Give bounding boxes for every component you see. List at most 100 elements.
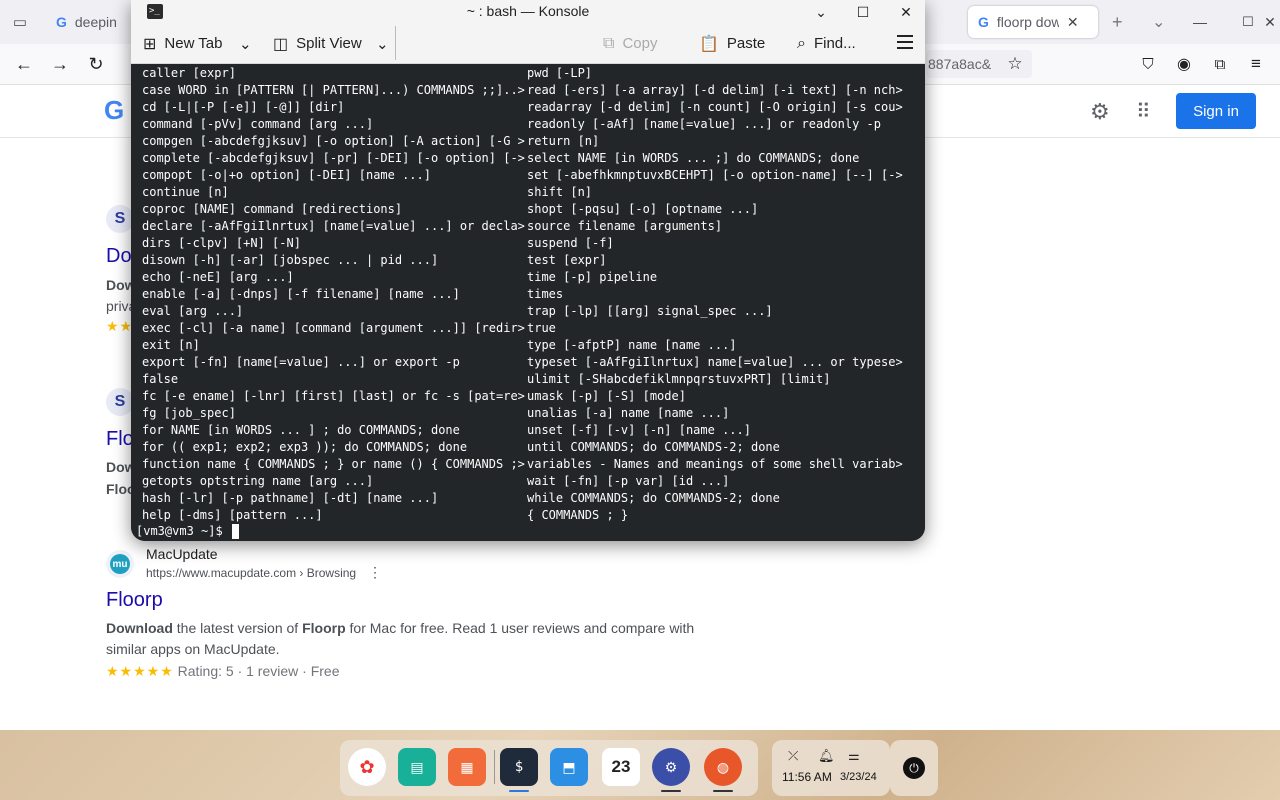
forward-arrow-icon[interactable]: → <box>48 52 72 76</box>
notification-bell-icon[interactable]: 🔔︎ <box>818 748 835 764</box>
dock-separator <box>494 750 495 784</box>
copy-button[interactable]: ⧉ Copy <box>603 24 657 63</box>
terminal-line: exec [-cl] [-a name] [command [argument … <box>142 321 525 335</box>
dock: ✿ ▤ ▦ $ ⬒ 23 ⚙ ◍ <box>340 740 758 796</box>
search-icon: ⌕ <box>797 34 806 52</box>
terminal-line: unset [-f] [-v] [-n] [name ...] <box>527 423 751 437</box>
app-store-icon[interactable]: ▦ <box>448 748 486 786</box>
konsole-titlebar[interactable]: >_ ~ : bash — Konsole ⌄ ☐ ✕ <box>131 0 925 24</box>
pocket-icon[interactable]: ⛉ <box>1136 52 1160 76</box>
toggles-icon[interactable]: ⚌ <box>848 748 860 764</box>
terminal-line: type [-afptP] name [name ...] <box>527 338 737 352</box>
split-view-button[interactable]: ◫ Split View <box>273 24 362 63</box>
terminal-line: fg [job_spec] <box>142 406 236 420</box>
terminal-line: time [-p] pipeline <box>527 270 658 284</box>
terminal-line: readarray [-d delim] [-n count] [-O orig… <box>527 100 903 114</box>
network-disconnected-icon[interactable]: ⤫ <box>788 748 798 764</box>
firefox-icon[interactable]: ◍ <box>704 748 742 786</box>
konsole-toolbar: ⊞ New Tab ⌄ ◫ Split View ⌄ ⧉ Copy 📋 Past… <box>131 24 925 64</box>
settings-gear-icon[interactable]: ⚙ <box>1090 99 1110 125</box>
result-title-partial[interactable]: Flo <box>106 428 134 451</box>
minimize-icon[interactable]: ⌄ <box>811 2 831 22</box>
split-view-icon: ◫ <box>273 35 289 53</box>
new-tab-dropdown[interactable]: ⌄ <box>239 24 252 63</box>
clock-time[interactable]: 11:56 AM <box>782 770 832 784</box>
result-site-name[interactable]: MacUpdate <box>146 546 218 562</box>
system-tray: ⤫ 🔔︎ ⚌ 11:56 AM 3/23/24 <box>772 740 890 796</box>
konsole-window[interactable]: >_ ~ : bash — Konsole ⌄ ☐ ✕ ⊞ New Tab ⌄ … <box>131 0 925 541</box>
terminal-line: exit [n] <box>142 338 200 352</box>
launcher-icon[interactable]: ✿ <box>348 748 386 786</box>
terminal-line: true <box>527 321 556 335</box>
split-view-dropdown[interactable]: ⌄ <box>376 24 389 63</box>
macupdate-favicon[interactable]: mu <box>106 550 134 578</box>
paste-button[interactable]: 📋 Paste <box>699 24 765 63</box>
terminal-line: eval [arg ...] <box>142 304 244 318</box>
hamburger-menu-icon[interactable] <box>897 35 913 51</box>
close-window-icon[interactable]: ✕ <box>1258 10 1280 34</box>
terminal-line: help [-dms] [pattern ...] <box>142 508 323 522</box>
google-apps-icon[interactable]: ⠿ <box>1136 99 1151 124</box>
result-snippet: Download the latest version of Floorp fo… <box>106 620 695 657</box>
maximize-icon[interactable]: ☐ <box>853 2 873 22</box>
minimize-icon[interactable]: — <box>1188 10 1212 34</box>
terminal-app-icon[interactable]: $ <box>500 748 538 786</box>
tab-deepin[interactable]: G deepin <box>56 6 117 38</box>
terminal-line: suspend [-f] <box>527 236 614 250</box>
reload-icon[interactable]: ↻ <box>84 52 108 76</box>
more-options-icon[interactable]: ⋮ <box>368 564 382 581</box>
google-logo-partial[interactable]: G <box>104 95 124 126</box>
file-manager-icon[interactable]: ⬒ <box>550 748 588 786</box>
terminal-line: shopt [-pqsu] [-o] [optname ...] <box>527 202 759 216</box>
find-button[interactable]: ⌕ Find... <box>797 24 856 63</box>
result-site-icon: S <box>106 388 134 416</box>
account-icon[interactable]: ◉ <box>1172 52 1196 76</box>
extensions-icon[interactable]: ⧉ <box>1208 52 1232 76</box>
clock-date[interactable]: 3/23/24 <box>840 771 877 783</box>
shell-prompt[interactable]: [vm3@vm3 ~]$ <box>136 523 239 540</box>
result-title-partial[interactable]: Do <box>106 245 132 268</box>
result-url[interactable]: https://www.macupdate.com › Browsing <box>146 566 356 580</box>
terminal-line: compopt [-o|+o option] [-DEI] [name ...] <box>142 168 431 182</box>
new-tab-button[interactable]: + <box>1112 6 1123 38</box>
result-title[interactable]: Floorp <box>106 589 163 612</box>
terminal-line: ulimit [-SHabcdefiklmnpqrstuvxPRT] [limi… <box>527 372 831 386</box>
terminal-line: enable [-a] [-dnps] [-f filename] [name … <box>142 287 460 301</box>
tab-floorp-download[interactable]: G floorp dow ✕ <box>968 6 1098 38</box>
chevron-down-icon: ⌄ <box>376 35 389 53</box>
terminal-output[interactable]: caller [expr] case WORD in [PATTERN [| PA… <box>131 64 925 541</box>
back-arrow-icon[interactable]: ← <box>12 52 36 76</box>
terminal-line: export [-fn] [name[=value] ...] or expor… <box>142 355 460 369</box>
power-button[interactable]: ⏻ <box>890 740 938 796</box>
terminal-line: complete [-abcdefgjksuv] [-pr] [-DEI] [-… <box>142 151 525 165</box>
terminal-line: caller [expr] <box>142 66 236 80</box>
terminal-line: trap [-lp] [[arg] signal_spec ...] <box>527 304 773 318</box>
multitask-view-icon[interactable]: ▤ <box>398 748 436 786</box>
list-all-tabs-button[interactable]: ⌄ <box>1152 6 1165 38</box>
terminal-line: disown [-h] [-ar] [jobspec ... | pid ...… <box>142 253 439 267</box>
terminal-line: coproc [NAME] command [redirections] <box>142 202 403 216</box>
terminal-line: continue [n] <box>142 185 229 199</box>
sign-in-button[interactable]: Sign in <box>1176 93 1256 129</box>
terminal-line: readonly [-aAf] [name[=value] ...] or re… <box>527 117 882 131</box>
power-icon: ⏻ <box>903 757 925 779</box>
terminal-line: getopts optstring name [arg ...] <box>142 474 374 488</box>
terminal-line: test [expr] <box>527 253 607 267</box>
new-tab-button[interactable]: ⊞ New Tab <box>143 24 223 63</box>
close-icon[interactable]: ✕ <box>896 2 916 22</box>
menu-icon[interactable]: ≡ <box>1244 52 1268 76</box>
control-center-icon[interactable]: ⚙ <box>652 748 690 786</box>
terminal-column-right: pwd [-LP] read [-ers] [-a array] [-d deli… <box>527 65 903 524</box>
terminal-column-left: caller [expr] case WORD in [PATTERN [| PA… <box>142 65 525 524</box>
active-app-indicator <box>509 790 529 792</box>
terminal-line: select NAME [in WORDS ... ;] do COMMANDS… <box>527 151 860 165</box>
maximize-icon[interactable]: ☐ <box>1236 10 1260 34</box>
terminal-line: while COMMANDS; do COMMANDS-2; done <box>527 491 780 505</box>
calendar-icon[interactable]: 23 <box>602 748 640 786</box>
terminal-line: function name { COMMANDS ; } or name () … <box>142 457 525 471</box>
toolbar-separator <box>395 26 396 60</box>
tab-overview-icon[interactable]: ▭ <box>8 10 32 34</box>
terminal-line: until COMMANDS; do COMMANDS-2; done <box>527 440 780 454</box>
bookmark-star-icon[interactable]: ☆ <box>1003 52 1027 76</box>
close-tab-icon[interactable]: ✕ <box>1067 14 1079 31</box>
